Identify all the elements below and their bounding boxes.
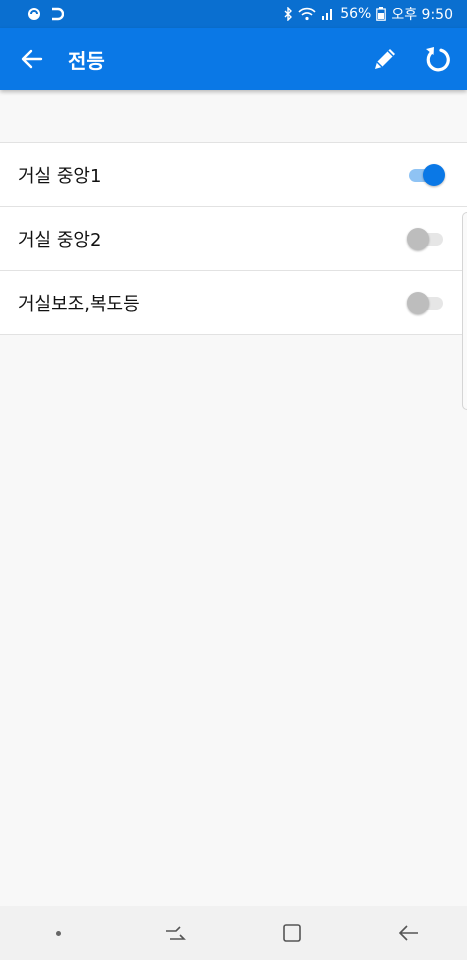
refresh-button[interactable] [413,35,461,83]
back-button[interactable] [8,35,56,83]
list-item[interactable]: 거실보조,복도등 [0,271,467,335]
signal-icon [321,7,335,21]
page-title: 전등 [68,48,105,73]
light-label: 거실 중앙2 [18,229,102,251]
battery-icon [376,7,387,21]
light-label: 거실보조,복도등 [18,293,140,315]
toggle-thumb [407,227,429,250]
nav-back-button[interactable] [389,924,429,942]
back-icon [398,925,418,941]
status-bar: 56% 오후 9:50 [0,0,467,28]
recent-apps-button[interactable] [155,923,195,943]
app-bar: 전등 [0,28,467,90]
home-icon [283,924,301,942]
light-toggle[interactable] [407,227,445,251]
light-toggle[interactable] [407,163,445,187]
light-list: 거실 중앙1 거실 중앙2 거실보조,복도등 [0,142,467,335]
edit-button[interactable] [361,35,409,83]
edge-panel-handle[interactable] [462,212,467,410]
dot-icon [55,930,61,936]
toggle-thumb [423,163,445,186]
wifi-icon [298,7,316,21]
recent-apps-icon [166,926,187,940]
light-toggle[interactable] [407,291,445,315]
arrow-left-icon [21,49,43,69]
nav-dot-button[interactable] [38,930,78,936]
refresh-icon [426,47,450,72]
light-label: 거실 중앙1 [18,165,102,187]
pencil-icon [375,49,395,69]
status-left [26,7,64,21]
status-right: 56% 오후 9:50 [283,4,453,24]
home-button[interactable] [272,923,312,943]
list-item[interactable]: 거실 중앙1 [0,143,467,207]
status-time: 오후 9:50 [391,7,453,23]
system-nav-bar [0,906,467,960]
toggle-thumb [407,291,429,314]
refresh-app-icon [50,7,64,21]
notification-app-icon [26,7,42,21]
battery-percent: 56% [340,6,372,22]
bluetooth-icon [283,7,293,21]
list-item[interactable]: 거실 중앙2 [0,207,467,271]
